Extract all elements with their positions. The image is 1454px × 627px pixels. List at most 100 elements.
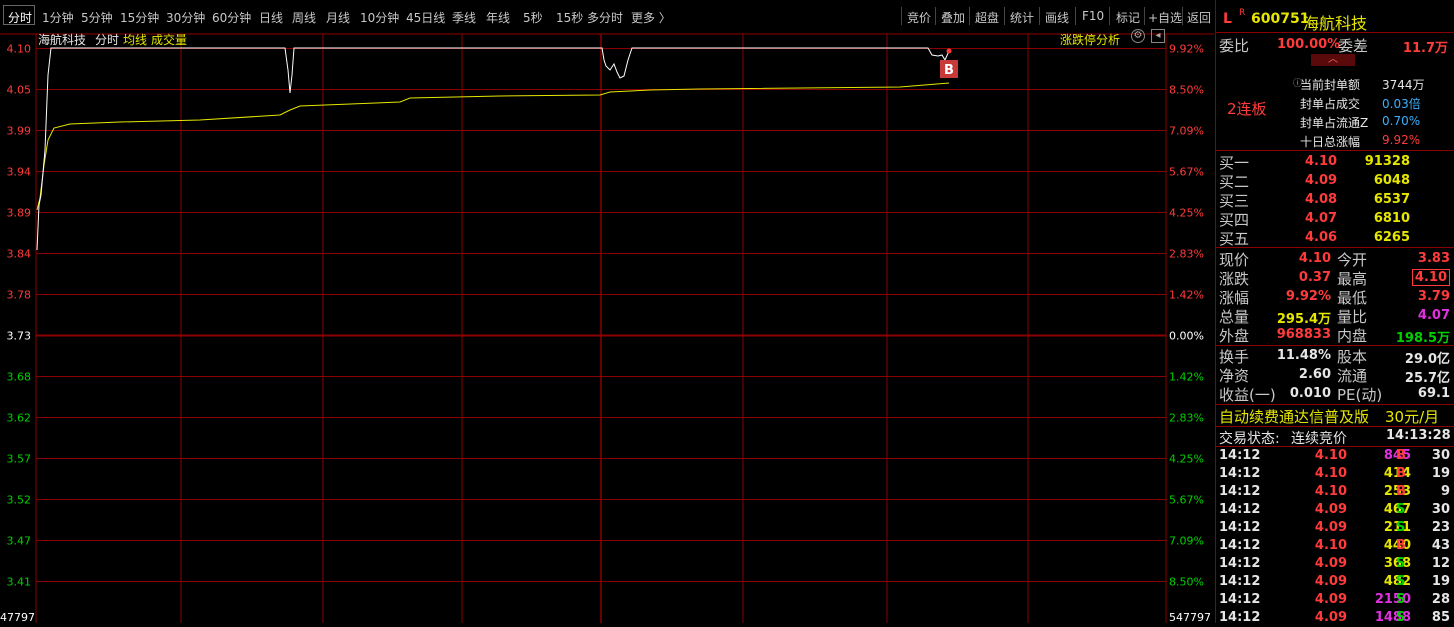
settings-icon[interactable]: ⚙ xyxy=(1131,29,1145,43)
toggle-panel-icon[interactable]: ◂ xyxy=(1151,29,1165,43)
fund-label: 净资 xyxy=(1219,367,1250,385)
tick-price: 4.10 xyxy=(1314,448,1347,463)
tick-count: 28 xyxy=(1431,592,1450,607)
price-axis-label: 3.99 xyxy=(7,125,32,138)
bid-price: 4.07 xyxy=(1305,211,1338,226)
percent-axis-label: 8.50% xyxy=(1169,84,1204,97)
tick-price: 4.10 xyxy=(1314,538,1347,553)
price-axis-label: 3.89 xyxy=(7,207,32,220)
percent-axis-label: 2.83% xyxy=(1169,248,1204,261)
collapse-chevron-icon[interactable]: ︿ xyxy=(1311,54,1355,66)
price-axis-label: 3.73 xyxy=(7,330,32,343)
tick-side: S xyxy=(1396,574,1406,589)
tick-row: 14:12 4.10 253 B 9 xyxy=(1215,483,1454,501)
seal-stat-label: 当前封单额 xyxy=(1300,78,1361,92)
quote-label: 内盘 xyxy=(1337,327,1368,345)
quote-label: 涨跌 xyxy=(1219,270,1250,288)
trade-status-label: 交易状态: xyxy=(1219,431,1280,447)
tick-time: 14:12 xyxy=(1219,574,1261,589)
tick-row: 14:12 4.09 482 S 19 xyxy=(1215,573,1454,591)
tick-price: 4.10 xyxy=(1314,484,1347,499)
tick-count: 19 xyxy=(1431,574,1450,589)
tick-volume: 2150 xyxy=(1374,592,1411,607)
bid-price: 4.09 xyxy=(1305,173,1338,188)
quote-value: 4.10 xyxy=(1411,269,1450,286)
seal-stat-value: 0.70% xyxy=(1382,114,1421,128)
fund-value: 11.48% xyxy=(1276,348,1331,363)
tick-time: 14:12 xyxy=(1219,556,1261,571)
tick-row: 14:12 4.10 414 B 19 xyxy=(1215,465,1454,483)
fund-value: 29.0亿 xyxy=(1404,352,1450,367)
quote-value: 9.92% xyxy=(1285,289,1331,304)
limit-analysis-button[interactable]: 涨跌停分析 xyxy=(1060,31,1120,48)
quote-label: 量比 xyxy=(1337,308,1368,326)
tick-side: B xyxy=(1396,466,1406,481)
quote-label: 今开 xyxy=(1337,251,1368,269)
bid-price: 4.08 xyxy=(1305,192,1338,207)
seal-stat-value: 9.92% xyxy=(1382,133,1421,147)
seal-stat-value: 3744万 xyxy=(1382,78,1425,92)
quote-value: 3.79 xyxy=(1417,289,1450,304)
price-axis-label: 3.41 xyxy=(7,576,32,589)
buy-signal-marker[interactable]: B xyxy=(940,48,958,79)
tick-row: 14:12 4.09 2150 S 28 xyxy=(1215,591,1454,609)
bid-level-label: 买五 xyxy=(1219,230,1250,248)
quote-label: 总量 xyxy=(1219,308,1250,326)
stock-name: 海航科技 xyxy=(1303,14,1368,33)
percent-axis-label: 5.67% xyxy=(1169,494,1204,507)
tick-price: 4.09 xyxy=(1314,556,1347,571)
tick-side: B xyxy=(1396,448,1406,463)
quote-value: 295.4万 xyxy=(1276,312,1331,327)
bid-volume: 6048 xyxy=(1373,173,1410,188)
price-line xyxy=(36,47,950,251)
ad-banner[interactable]: 自动续费通达信普及版 xyxy=(1219,406,1369,427)
percent-axis-label: 7.09% xyxy=(1169,535,1204,548)
percent-axis-label: 4.25% xyxy=(1169,453,1204,466)
ad-price[interactable]: 30元/月 xyxy=(1385,406,1439,427)
volume-axis-right: 547797 xyxy=(1169,611,1211,623)
volume-toggle[interactable]: 成交量 xyxy=(151,31,187,48)
tick-price: 4.09 xyxy=(1314,592,1347,607)
chart-mode-label[interactable]: 分时 xyxy=(95,31,119,48)
tick-side: S xyxy=(1396,556,1406,571)
price-axis-label: 3.84 xyxy=(7,248,32,261)
quote-panel: L R 600751 海航科技 委比 100.00% 委差 11.7万 ︿ 2连… xyxy=(1215,0,1454,625)
tick-time: 14:12 xyxy=(1219,484,1261,499)
tick-time: 14:12 xyxy=(1219,502,1261,517)
buy-signal-label: B xyxy=(944,63,954,78)
tick-count: 30 xyxy=(1431,448,1450,463)
bid-level-label: 买三 xyxy=(1219,192,1250,210)
bid-price: 4.10 xyxy=(1305,154,1338,169)
bid-volume: 6537 xyxy=(1373,192,1410,207)
tick-count: 9 xyxy=(1440,484,1450,499)
price-axis-label: 3.68 xyxy=(7,371,32,384)
fund-value: 2.60 xyxy=(1298,367,1331,382)
price-axis-label: 3.94 xyxy=(7,166,32,179)
tick-side: B xyxy=(1396,484,1406,499)
bid-volume: 6810 xyxy=(1373,211,1410,226)
tick-time: 14:12 xyxy=(1219,448,1261,463)
seal-stat-label: 封单占流通Z xyxy=(1300,116,1369,130)
tick-row: 14:12 4.09 211 S 23 xyxy=(1215,519,1454,537)
price-axis-label: 3.52 xyxy=(7,494,32,507)
quote-label: 最高 xyxy=(1337,270,1368,288)
price-axis-label: 3.57 xyxy=(7,453,32,466)
tick-row: 14:12 4.09 368 S 12 xyxy=(1215,555,1454,573)
quote-value: 4.10 xyxy=(1298,251,1331,266)
percent-axis-label: 4.25% xyxy=(1169,207,1204,220)
fund-label: 收益(一) xyxy=(1219,386,1276,404)
bid-level-label: 买二 xyxy=(1219,173,1250,191)
intraday-chart[interactable]: 4.10 9.92%4.05 8.50%3.99 7.09%3.94 5.67%3.89… xyxy=(0,0,1214,623)
weicha-value: 11.7万 xyxy=(1402,41,1448,56)
avg-line-toggle[interactable]: 均线 xyxy=(123,31,147,48)
tick-side: S xyxy=(1396,502,1406,517)
tick-side: B xyxy=(1396,538,1406,553)
percent-axis-label: 1.42% xyxy=(1169,289,1204,302)
price-axis-label: 3.78 xyxy=(7,289,32,302)
percent-axis-label: 5.67% xyxy=(1169,166,1204,179)
bid-volume: 6265 xyxy=(1373,230,1410,245)
fund-value: 69.1 xyxy=(1417,386,1450,401)
tick-price: 4.10 xyxy=(1314,466,1347,481)
tick-price: 4.09 xyxy=(1314,574,1347,589)
quote-value: 0.37 xyxy=(1298,270,1331,285)
